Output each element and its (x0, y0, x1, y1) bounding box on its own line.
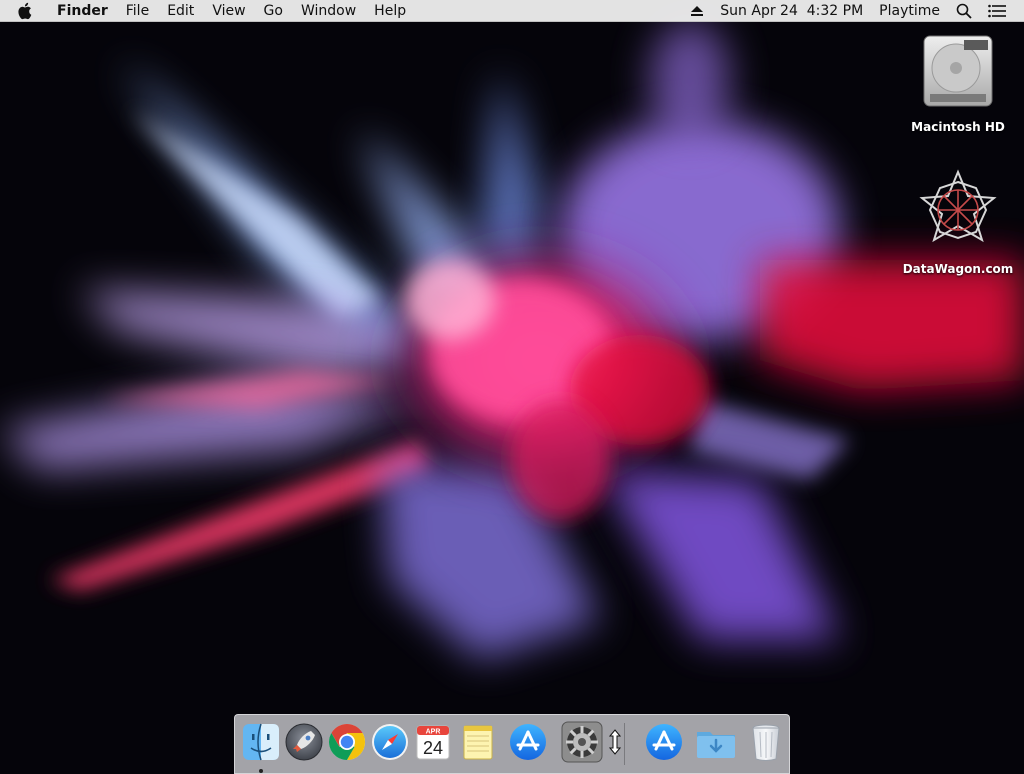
dock-app-notes[interactable] (457, 721, 499, 763)
dock-app-app-store[interactable] (507, 721, 549, 763)
apple-menu-icon[interactable] (16, 0, 36, 22)
running-indicator (259, 769, 263, 773)
gear-icon (561, 721, 603, 763)
finder-icon (240, 721, 282, 763)
eject-icon[interactable] (682, 5, 712, 17)
menu-user[interactable]: Playtime (871, 0, 948, 22)
desktop-icon-macintosh-hd[interactable]: Macintosh HD (903, 32, 1013, 134)
hard-drive-icon (920, 32, 996, 114)
app-store-icon (643, 721, 685, 763)
menu-clock[interactable]: Sun Apr 24 4:32 PM (712, 0, 871, 22)
downloads-folder-icon (695, 721, 737, 763)
calendar-icon: APR 24 (412, 721, 454, 763)
app-store-icon (507, 721, 549, 763)
notes-icon (457, 721, 499, 763)
launchpad-rocket-icon (283, 721, 325, 763)
menu-help[interactable]: Help (365, 0, 415, 22)
menu-view[interactable]: View (203, 0, 254, 22)
chrome-icon (326, 721, 368, 763)
notification-center-icon[interactable] (980, 4, 1014, 18)
calendar-day-label: 24 (423, 738, 443, 758)
dock-app-app-store-2[interactable] (643, 721, 685, 763)
menu-go[interactable]: Go (255, 0, 292, 22)
dock-separator (624, 723, 625, 765)
calendar-month-label: APR (426, 729, 441, 736)
menu-edit[interactable]: Edit (158, 0, 203, 22)
dock-app-chrome[interactable] (326, 721, 368, 763)
dock-app-system-preferences[interactable] (561, 721, 603, 763)
dock-app-trash[interactable] (745, 721, 787, 763)
resize-cursor-icon (608, 729, 622, 755)
desktop-icon-label: DataWagon.com (902, 262, 1014, 276)
desktop-icon-datawagon[interactable]: DataWagon.com (903, 168, 1013, 276)
dock-app-safari[interactable] (369, 721, 411, 763)
safari-compass-icon (369, 721, 411, 763)
dock-app-launchpad[interactable] (283, 721, 325, 763)
menu-file[interactable]: File (117, 0, 158, 22)
desktop-icon-label: Macintosh HD (911, 120, 1005, 134)
menu-app-name[interactable]: Finder (48, 0, 117, 22)
trash-icon (745, 721, 787, 763)
dock-app-downloads[interactable] (695, 721, 737, 763)
menu-bar: Finder File Edit View Go Window Help Sun… (0, 0, 1024, 22)
dock: APR 24 (234, 714, 790, 774)
dock-app-finder[interactable] (240, 721, 282, 773)
dock-app-calendar[interactable]: APR 24 (412, 721, 454, 763)
datawagon-star-icon (916, 168, 1000, 256)
menu-window[interactable]: Window (292, 0, 365, 22)
desktop-wallpaper (0, 0, 1024, 768)
spotlight-search-icon[interactable] (948, 3, 980, 19)
